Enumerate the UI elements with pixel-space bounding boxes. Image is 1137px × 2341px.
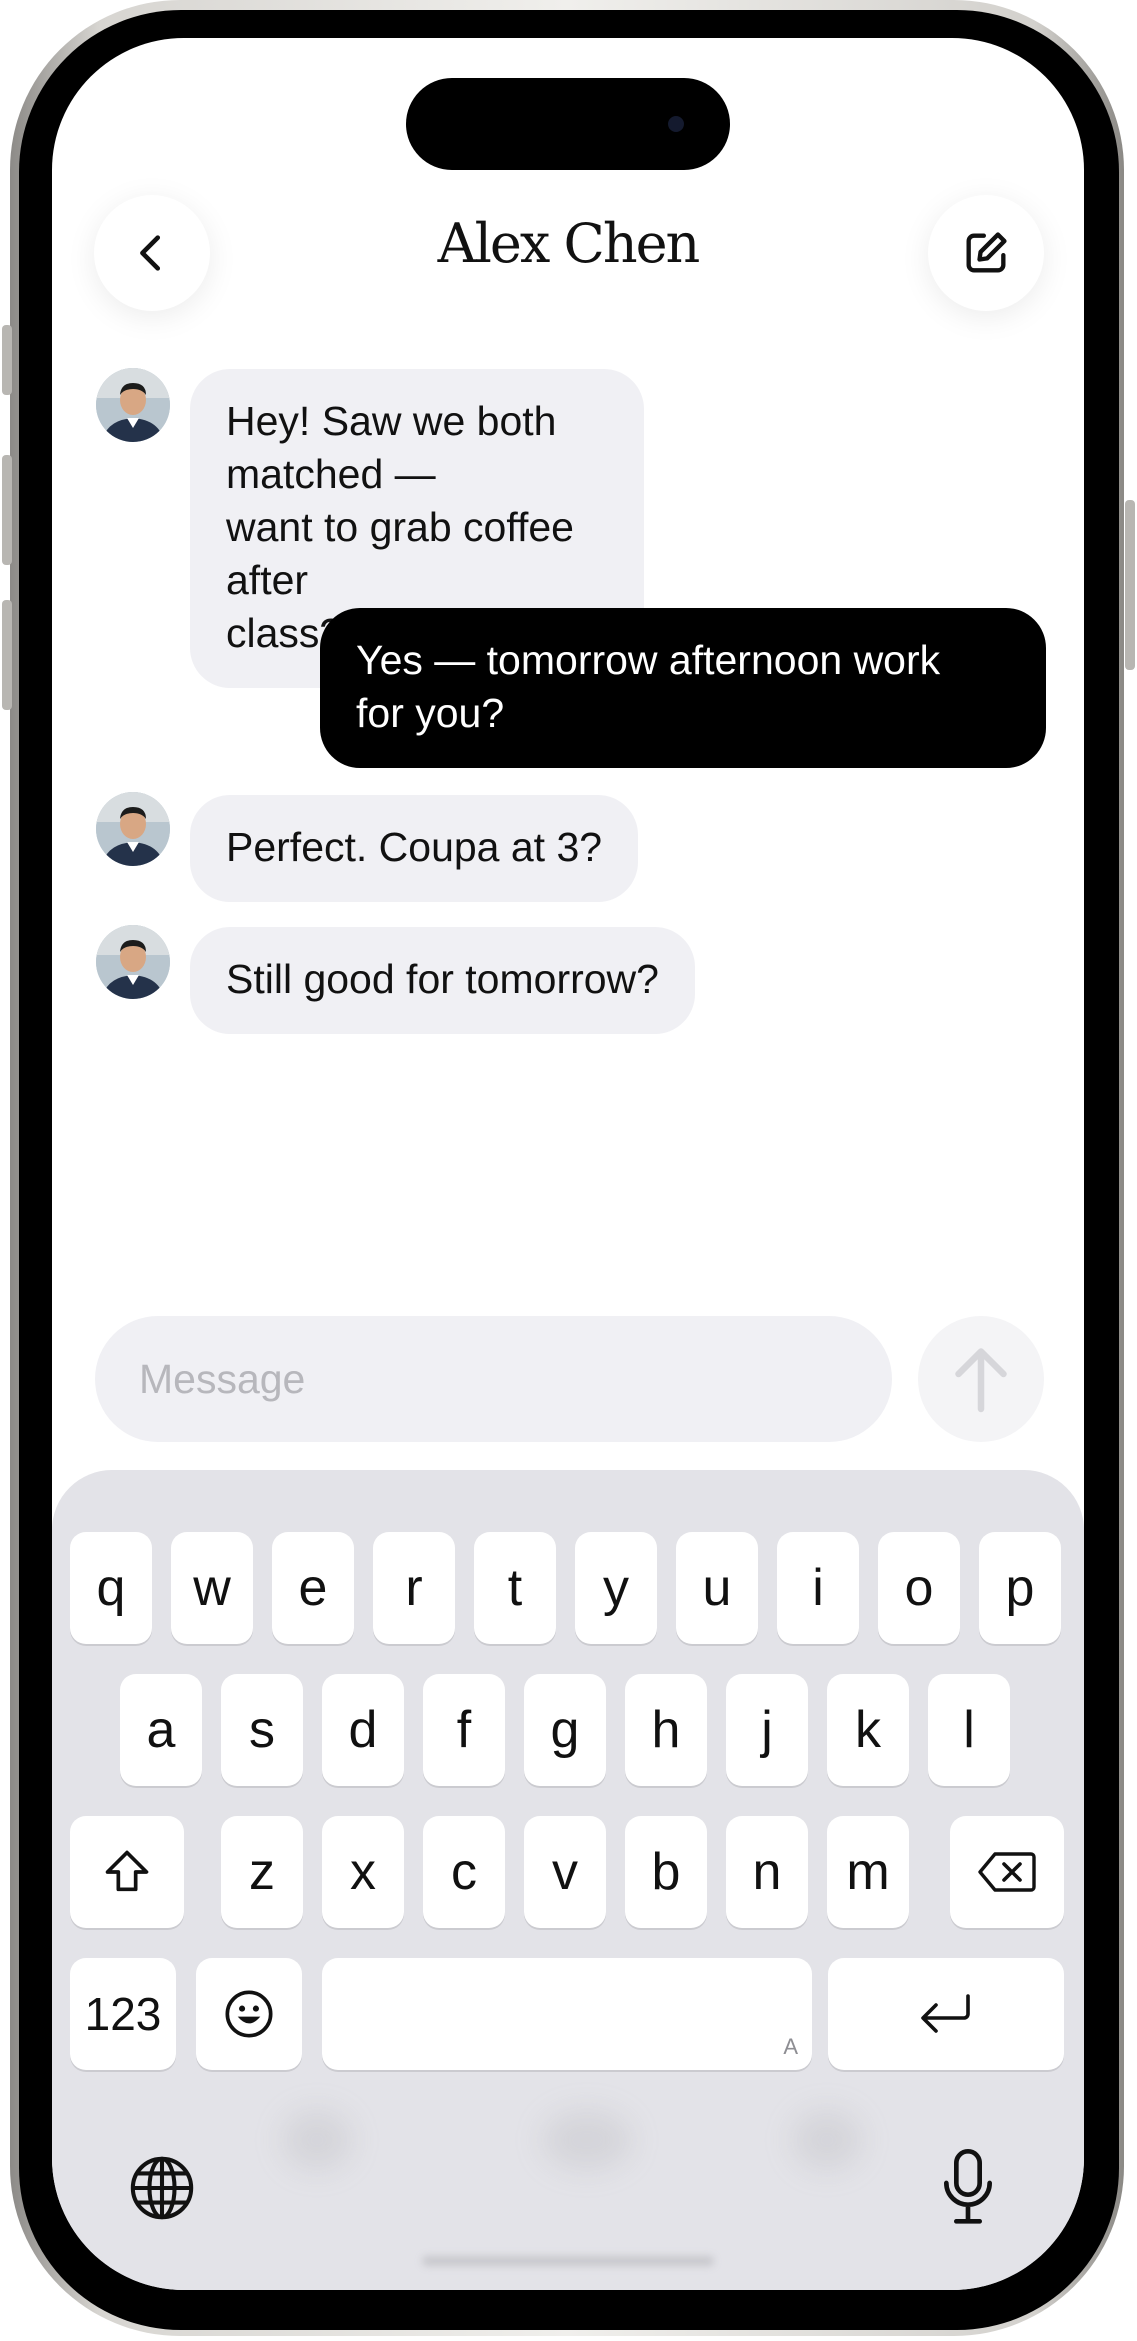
numbers-key[interactable]: 123 bbox=[70, 1958, 176, 2070]
suggestion-blur bbox=[792, 2110, 862, 2170]
key-s[interactable]: s bbox=[221, 1674, 303, 1786]
key-w[interactable]: w bbox=[171, 1532, 253, 1644]
globe-button[interactable] bbox=[124, 2150, 200, 2226]
key-v[interactable]: v bbox=[524, 1816, 606, 1928]
key-a[interactable]: a bbox=[120, 1674, 202, 1786]
key-l[interactable]: l bbox=[928, 1674, 1010, 1786]
key-o[interactable]: o bbox=[878, 1532, 960, 1644]
space-hint: A bbox=[783, 2034, 798, 2059]
shift-icon bbox=[105, 1850, 149, 1892]
key-y[interactable]: y bbox=[575, 1532, 657, 1644]
avatar[interactable] bbox=[96, 368, 170, 442]
return-icon bbox=[921, 1994, 970, 2033]
key-b[interactable]: b bbox=[625, 1816, 707, 1928]
avatar-photo bbox=[96, 925, 170, 999]
message-text: Still good for tomorrow? bbox=[226, 956, 659, 1002]
compose-button[interactable] bbox=[928, 195, 1044, 311]
key-k[interactable]: k bbox=[827, 1674, 909, 1786]
key-f[interactable]: f bbox=[423, 1674, 505, 1786]
key-u[interactable]: u bbox=[676, 1532, 758, 1644]
emoji-key[interactable] bbox=[196, 1958, 302, 2070]
home-indicator[interactable] bbox=[422, 2256, 714, 2266]
suggestion-blur bbox=[282, 2110, 352, 2170]
volume-up-button bbox=[2, 455, 12, 565]
key-e[interactable]: e bbox=[272, 1532, 354, 1644]
keyboard: q w e r t y u i o p a s d f g h j k l z … bbox=[52, 1470, 1084, 2290]
message-bubble-outgoing[interactable]: Yes — tomorrow afternoon work for you? bbox=[320, 608, 1046, 768]
volume-down-button bbox=[2, 600, 12, 710]
key-n[interactable]: n bbox=[726, 1816, 808, 1928]
message-text: Yes — tomorrow afternoon work bbox=[356, 637, 941, 683]
avatar[interactable] bbox=[96, 792, 170, 866]
return-key[interactable] bbox=[828, 1958, 1064, 2070]
compose-icon bbox=[966, 232, 1007, 273]
screen: Alex Chen Hey! Saw we both matched — wan… bbox=[52, 38, 1084, 2290]
camera-icon bbox=[668, 116, 684, 132]
avatar-photo bbox=[96, 792, 170, 866]
key-t[interactable]: t bbox=[474, 1532, 556, 1644]
message-input[interactable] bbox=[95, 1316, 892, 1442]
avatar[interactable] bbox=[96, 925, 170, 999]
space-key[interactable]: A bbox=[322, 1958, 812, 2070]
key-c[interactable]: c bbox=[423, 1816, 505, 1928]
key-z[interactable]: z bbox=[221, 1816, 303, 1928]
message-text: Hey! Saw we both matched — bbox=[226, 398, 557, 497]
key-d[interactable]: d bbox=[322, 1674, 404, 1786]
key-i[interactable]: i bbox=[777, 1532, 859, 1644]
dictation-button[interactable] bbox=[930, 2146, 1006, 2230]
delete-key[interactable] bbox=[950, 1816, 1064, 1928]
key-x[interactable]: x bbox=[322, 1816, 404, 1928]
message-bubble-incoming[interactable]: Still good for tomorrow? bbox=[190, 927, 695, 1034]
key-h[interactable]: h bbox=[625, 1674, 707, 1786]
delete-icon bbox=[978, 1852, 1036, 1892]
shift-key[interactable] bbox=[70, 1816, 184, 1928]
message-text: want to grab coffee after bbox=[226, 504, 574, 603]
key-r[interactable]: r bbox=[373, 1532, 455, 1644]
message-text: Perfect. Coupa at 3? bbox=[226, 824, 603, 870]
arrow-up-icon bbox=[955, 1348, 1007, 1413]
message-text: for you? bbox=[356, 690, 505, 736]
avatar-photo bbox=[96, 368, 170, 442]
key-p[interactable]: p bbox=[979, 1532, 1061, 1644]
power-button bbox=[1125, 500, 1135, 670]
key-m[interactable]: m bbox=[827, 1816, 909, 1928]
message-bubble-incoming[interactable]: Perfect. Coupa at 3? bbox=[190, 795, 639, 902]
suggestion-blur bbox=[542, 2110, 632, 2170]
key-g[interactable]: g bbox=[524, 1674, 606, 1786]
send-button[interactable] bbox=[918, 1316, 1044, 1442]
key-j[interactable]: j bbox=[726, 1674, 808, 1786]
dynamic-island bbox=[406, 78, 730, 170]
emoji-icon bbox=[225, 1990, 273, 2038]
action-button bbox=[2, 325, 12, 395]
globe-icon bbox=[130, 2156, 194, 2220]
key-q[interactable]: q bbox=[70, 1532, 152, 1644]
microphone-icon bbox=[944, 2149, 993, 2224]
